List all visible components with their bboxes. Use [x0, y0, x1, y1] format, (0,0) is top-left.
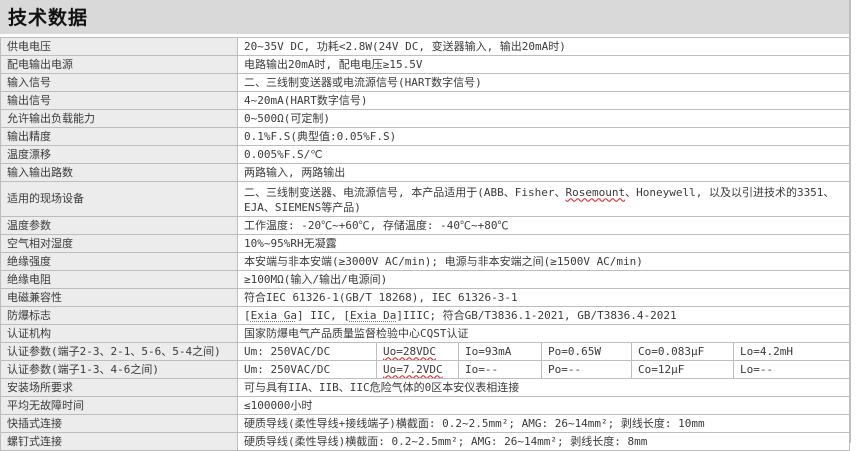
row-label: 温度漂移	[0, 145, 238, 164]
table-row: 输入信号 二、三线制变送器或电流源信号(HART数字信号)	[0, 73, 851, 92]
table-row: 电磁兼容性 符合IEC 61326-1(GB/T 18268), IEC 613…	[0, 288, 851, 307]
param-uo-text: Uo=28VDC	[383, 344, 436, 358]
row-label: 安装场所要求	[0, 378, 238, 397]
row-value: 硬质导线(柔性导线+接线端子)横截面: 0.2~2.5mm²; AMG: 26~…	[236, 414, 851, 433]
row-label: 供电电压	[0, 37, 238, 56]
table-row: 温度漂移 0.005%F.S/℃	[0, 145, 851, 164]
param-uo: Uo=7.2VDC	[376, 360, 459, 379]
brand-rosemount: Rosemount	[565, 185, 626, 199]
row-label: 输入信号	[0, 73, 238, 92]
row-value-part: ]IIIC; 符合GB/T3836.1-2021, GB/T3836.4-202…	[396, 308, 677, 322]
row-label: 输出信号	[0, 91, 238, 110]
table-row: 空气相对湿度 10%~95%RH无凝露	[0, 234, 851, 253]
table-row: 配电输出电源 电路输出20mA时, 配电电压≥15.5V	[0, 55, 851, 74]
param-uo: Uo=28VDC	[376, 342, 459, 361]
row-value: 工作温度: -20℃~+60℃, 存储温度: -40℃~+80℃	[236, 216, 851, 235]
table-row: 供电电压 20~35V DC, 功耗<2.8W(24V DC, 变送器输入, 输…	[0, 37, 851, 56]
row-value: 符合IEC 61326-1(GB/T 18268), IEC 61326-3-1	[236, 288, 851, 307]
table-row: 安装场所要求 可与具有IIA、IIB、IIC危险气体的0区本安仪表相连接	[0, 378, 851, 397]
row-value: 二、三线制变送器或电流源信号(HART数字信号)	[236, 73, 851, 92]
row-value: 硬质导线(柔性导线)横截面: 0.2~2.5mm²; AMG: 26~14mm²…	[236, 432, 851, 451]
marking-exia-ga: Exia Ga	[250, 308, 297, 322]
row-label: 认证机构	[0, 324, 238, 343]
table-row: 输出信号 4~20mA(HART数字信号)	[0, 91, 851, 110]
row-value-part: 二、三线制变送器、电流源信号, 本产品适用于(ABB、Fisher、	[244, 185, 566, 199]
table-row: 输入输出路数 两路输入, 两路输出	[0, 163, 851, 182]
param-lo: Lo=--	[732, 360, 851, 379]
row-value: ≥100MΩ(输入/输出/电源间)	[236, 270, 851, 289]
param-po: Po=--	[541, 360, 632, 379]
row-label: 温度参数	[0, 216, 238, 235]
section-header: 技术数据	[0, 0, 849, 34]
table-row: 螺钉式连接 硬质导线(柔性导线)横截面: 0.2~2.5mm²; AMG: 26…	[0, 432, 851, 451]
row-label: 配电输出电源	[0, 55, 238, 74]
table-row: 快插式连接 硬质导线(柔性导线+接线端子)横截面: 0.2~2.5mm²; AM…	[0, 414, 851, 433]
row-value: 0.005%F.S/℃	[236, 145, 851, 164]
row-value: 本安端与非本安端(≥3000V AC/min); 电源与非本安端之间(≥1500…	[236, 252, 851, 271]
row-label: 电磁兼容性	[0, 288, 238, 307]
table-row: 绝缘电阻 ≥100MΩ(输入/输出/电源间)	[0, 270, 851, 289]
row-label: 认证参数(端子1-3、4-6之间)	[0, 360, 238, 379]
param-co: Co=0.083μF	[631, 342, 734, 361]
table-row: 输出精度 0.1%F.S(典型值:0.05%F.S)	[0, 127, 851, 146]
row-value: 4~20mA(HART数字信号)	[236, 91, 851, 110]
row-value: 可与具有IIA、IIB、IIC危险气体的0区本安仪表相连接	[236, 378, 851, 397]
param-po: Po=0.65W	[541, 342, 632, 361]
row-value: 0.1%F.S(典型值:0.05%F.S)	[236, 127, 851, 146]
row-label: 绝缘电阻	[0, 270, 238, 289]
param-um: Um: 250VAC/DC	[237, 360, 377, 379]
row-label: 认证参数(端子2-3、2-1、5-6、5-4之间)	[0, 342, 238, 361]
row-value: 两路输入, 两路输出	[236, 163, 851, 182]
table-row: 允许输出负载能力 0~500Ω(可定制)	[0, 109, 851, 128]
table-row: 温度参数 工作温度: -20℃~+60℃, 存储温度: -40℃~+80℃	[0, 216, 851, 235]
row-label: 平均无故障时间	[0, 396, 238, 415]
row-value: 10%~95%RH无凝露	[236, 234, 851, 253]
row-value-part: [	[244, 308, 251, 322]
param-uo-text: Uo=7.2VDC	[383, 362, 443, 376]
spec-table: 供电电压 20~35V DC, 功耗<2.8W(24V DC, 变送器输入, 输…	[0, 37, 851, 451]
table-row: 平均无故障时间 ≤100000小时	[0, 396, 851, 415]
row-value: ≤100000小时	[236, 396, 851, 415]
param-io: Io=--	[458, 360, 542, 379]
row-label: 空气相对湿度	[0, 234, 238, 253]
table-row: 防爆标志 [Exia Ga] IIC, [Exia Da]IIIC; 符合GB/…	[0, 306, 851, 325]
section-title: 技术数据	[8, 7, 89, 29]
table-row: 认证参数(端子1-3、4-6之间) Um: 250VAC/DC Uo=7.2VD…	[0, 360, 851, 379]
row-label: 适用的现场设备	[0, 181, 238, 217]
row-label: 快插式连接	[0, 414, 238, 433]
row-value: 电路输出20mA时, 配电电压≥15.5V	[236, 55, 851, 74]
marking-exia-da: Exia Da	[349, 308, 397, 322]
row-label: 绝缘强度	[0, 252, 238, 271]
row-value: 二、三线制变送器、电流源信号, 本产品适用于(ABB、Fisher、Rosemo…	[236, 181, 851, 217]
row-label: 防爆标志	[0, 306, 238, 325]
row-value-part: ] IIC, [	[296, 308, 350, 322]
row-value: 0~500Ω(可定制)	[236, 109, 851, 128]
table-row: 认证参数(端子2-3、2-1、5-6、5-4之间) Um: 250VAC/DC …	[0, 342, 851, 361]
param-io: Io=93mA	[458, 342, 542, 361]
table-row: 认证机构 国家防爆电气产品质量监督检验中心CQST认证	[0, 324, 851, 343]
row-label: 输入输出路数	[0, 163, 238, 182]
table-row: 适用的现场设备 二、三线制变送器、电流源信号, 本产品适用于(ABB、Fishe…	[0, 181, 851, 217]
row-value: 20~35V DC, 功耗<2.8W(24V DC, 变送器输入, 输出20mA…	[236, 37, 851, 56]
row-value: 国家防爆电气产品质量监督检验中心CQST认证	[236, 324, 851, 343]
table-row: 绝缘强度 本安端与非本安端(≥3000V AC/min); 电源与非本安端之间(…	[0, 252, 851, 271]
row-label: 螺钉式连接	[0, 432, 238, 451]
param-co: Co=12μF	[631, 360, 734, 379]
param-um: Um: 250VAC/DC	[237, 342, 377, 361]
row-value: [Exia Ga] IIC, [Exia Da]IIIC; 符合GB/T3836…	[236, 306, 851, 325]
row-label: 输出精度	[0, 127, 238, 146]
param-lo: Lo=4.2mH	[732, 342, 851, 361]
row-label: 允许输出负载能力	[0, 109, 238, 128]
